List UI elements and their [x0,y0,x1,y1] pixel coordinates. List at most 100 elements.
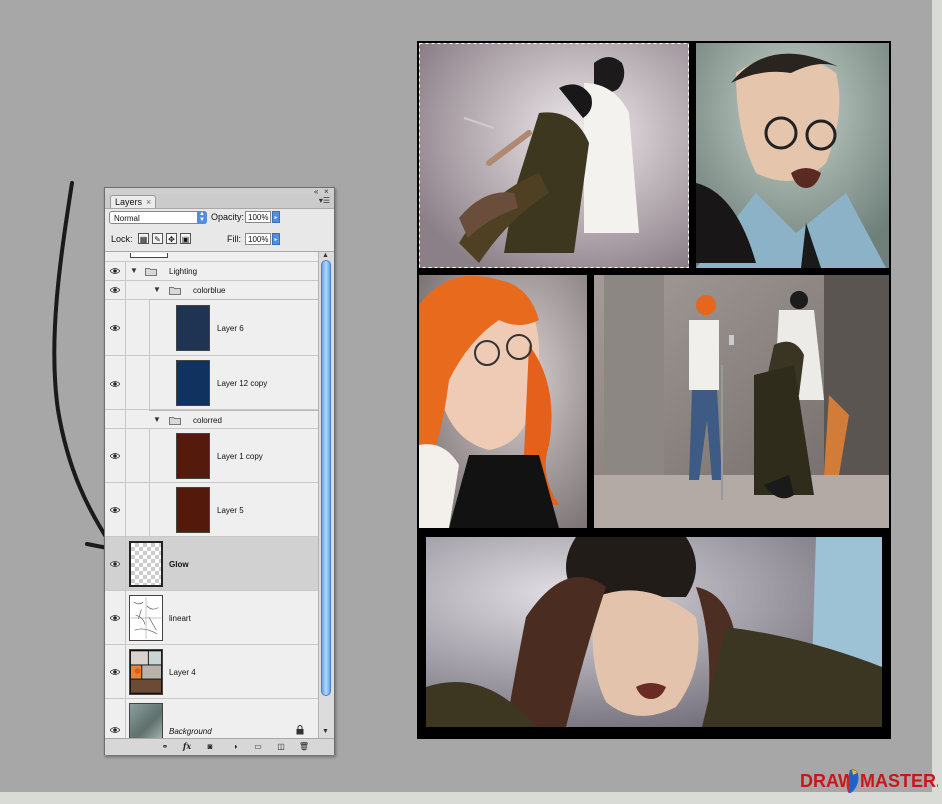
layer-group-lighting[interactable]: ▼ Lighting [105,262,318,281]
eye-icon[interactable] [110,614,120,622]
tab-close-icon[interactable]: × [146,197,151,207]
lock-row: Lock: ▦ ✎ ✥ ▣ Fill: 100% ▸ [105,229,334,252]
group-overline [149,410,318,411]
eye-icon[interactable] [110,286,120,294]
blend-mode-select[interactable]: Normal ▲ ▼ [109,211,207,224]
folder-icon [169,287,181,295]
indent-line [149,483,150,536]
layer-name: Lighting [169,267,198,276]
layer-thumbnail [176,360,210,406]
layer-name: colorred [193,416,222,425]
panel-menu-icon[interactable]: ▾☰ [319,196,330,205]
layer-thumbnail [130,253,168,258]
layer-thumbnail [129,595,163,641]
lock-position-icon[interactable]: ✥ [166,233,177,244]
indent-line [149,429,150,482]
comic-panel-5 [426,537,882,727]
lock-label: Lock: [111,234,133,244]
layer-name: lineart [169,614,191,623]
trash-icon[interactable]: 🗑 [298,741,310,752]
layer-group-colorblue[interactable]: ▼ colorblue [105,281,318,300]
row-divider [125,429,126,482]
fill-input[interactable]: 100% [245,233,271,245]
scroll-up-icon[interactable]: ▲ [322,252,329,259]
comic-panel-2 [696,43,889,268]
layer-row-layer-1-copy[interactable]: Layer 1 copy [105,429,318,483]
opacity-input[interactable]: 100% [245,211,271,223]
eye-icon[interactable] [110,668,120,676]
blend-row: Normal ▲ ▼ Opacity: 100% ▸ [105,209,334,229]
tab-layers[interactable]: Layers × [110,195,157,208]
layer-row-layer-5[interactable]: Layer 5 [105,483,318,537]
layer-thumbnail [176,433,210,479]
comic-panel-3 [419,275,587,528]
layer-row-lineart[interactable]: lineart [105,591,318,645]
expand-triangle-icon[interactable]: ▼ [130,266,138,275]
new-group-icon[interactable]: ▭ [252,741,264,752]
fill-slider-button[interactable]: ▸ [272,233,280,245]
layer-thumbnail [129,541,163,587]
layer-row-stub [105,252,318,262]
layer-name: Layer 1 copy [217,452,263,461]
fx-icon[interactable]: fx [181,741,193,752]
scroll-down-icon[interactable]: ▼ [322,728,329,735]
fill-label: Fill: [227,234,241,244]
layer-row-background[interactable]: Background [105,699,318,738]
row-divider [125,537,126,590]
layer-thumbnail [129,703,163,738]
row-divider [125,281,126,299]
row-divider [125,699,126,738]
blend-mode-stepper-icon: ▲ ▼ [197,211,207,224]
layer-thumbnail [176,487,210,533]
layer-thumbnail [129,649,163,695]
eye-icon[interactable] [110,380,120,388]
layers-scrollbar[interactable]: ▲ ▼ [318,252,334,738]
tab-bar: Layers × ▾☰ [105,194,334,209]
lock-image-icon[interactable]: ✎ [152,233,163,244]
layer-name: Layer 4 [169,668,196,677]
row-divider [125,300,126,355]
adjustment-layer-icon[interactable]: ◑ [229,741,241,752]
scrollbar-thumb[interactable] [321,260,331,696]
eye-icon[interactable] [110,267,120,275]
row-divider [125,591,126,644]
logo-text-master: MASTER.RU [860,771,938,791]
eye-icon[interactable] [110,560,120,568]
indent-line [149,300,150,355]
indent-line [149,356,150,409]
lock-transparency-icon[interactable]: ▦ [138,233,149,244]
expand-triangle-icon[interactable]: ▼ [153,415,161,424]
layer-mask-icon[interactable]: ◙ [204,741,216,752]
layer-thumbnail [176,305,210,351]
layer-name: Background [169,727,212,736]
eye-icon[interactable] [110,726,120,734]
eye-icon[interactable] [110,324,120,332]
layer-row-glow[interactable]: Glow [105,537,318,591]
layer-row-layer-4[interactable]: Layer 4 [105,645,318,699]
row-divider [125,410,126,428]
eye-icon[interactable] [110,452,120,460]
link-layers-icon[interactable]: ⚭ [159,741,171,752]
folder-icon [169,417,181,425]
layer-group-colorred[interactable]: ▼ colorred [105,410,318,429]
lock-icon [296,725,304,735]
new-layer-icon[interactable]: ◫ [275,741,287,752]
folder-icon [145,268,157,276]
layer-name: colorblue [193,286,226,295]
expand-triangle-icon[interactable]: ▼ [153,285,161,294]
lock-all-icon[interactable]: ▣ [180,233,191,244]
layer-row-layer-12-copy[interactable]: Layer 12 copy [105,356,318,410]
comic-panel-1 [419,43,689,268]
row-divider [125,483,126,536]
opacity-slider-button[interactable]: ▸ [272,211,280,223]
row-divider [125,356,126,409]
layer-name: Layer 5 [217,506,244,515]
drawmaster-logo: DRAW MASTER.RU [800,769,938,794]
layer-name: Layer 6 [217,324,244,333]
layers-bottom-bar: ⚭ fx ◙ ◑ ▭ ◫ 🗑 [105,738,334,755]
layers-panel: « × Layers × ▾☰ Normal ▲ ▼ Opacity: 100% ▸… [104,187,335,755]
layer-row-layer-6[interactable]: Layer 6 [105,300,318,356]
eye-icon[interactable] [110,506,120,514]
blend-mode-value: Normal [114,214,140,223]
tab-layers-label: Layers [115,197,143,207]
